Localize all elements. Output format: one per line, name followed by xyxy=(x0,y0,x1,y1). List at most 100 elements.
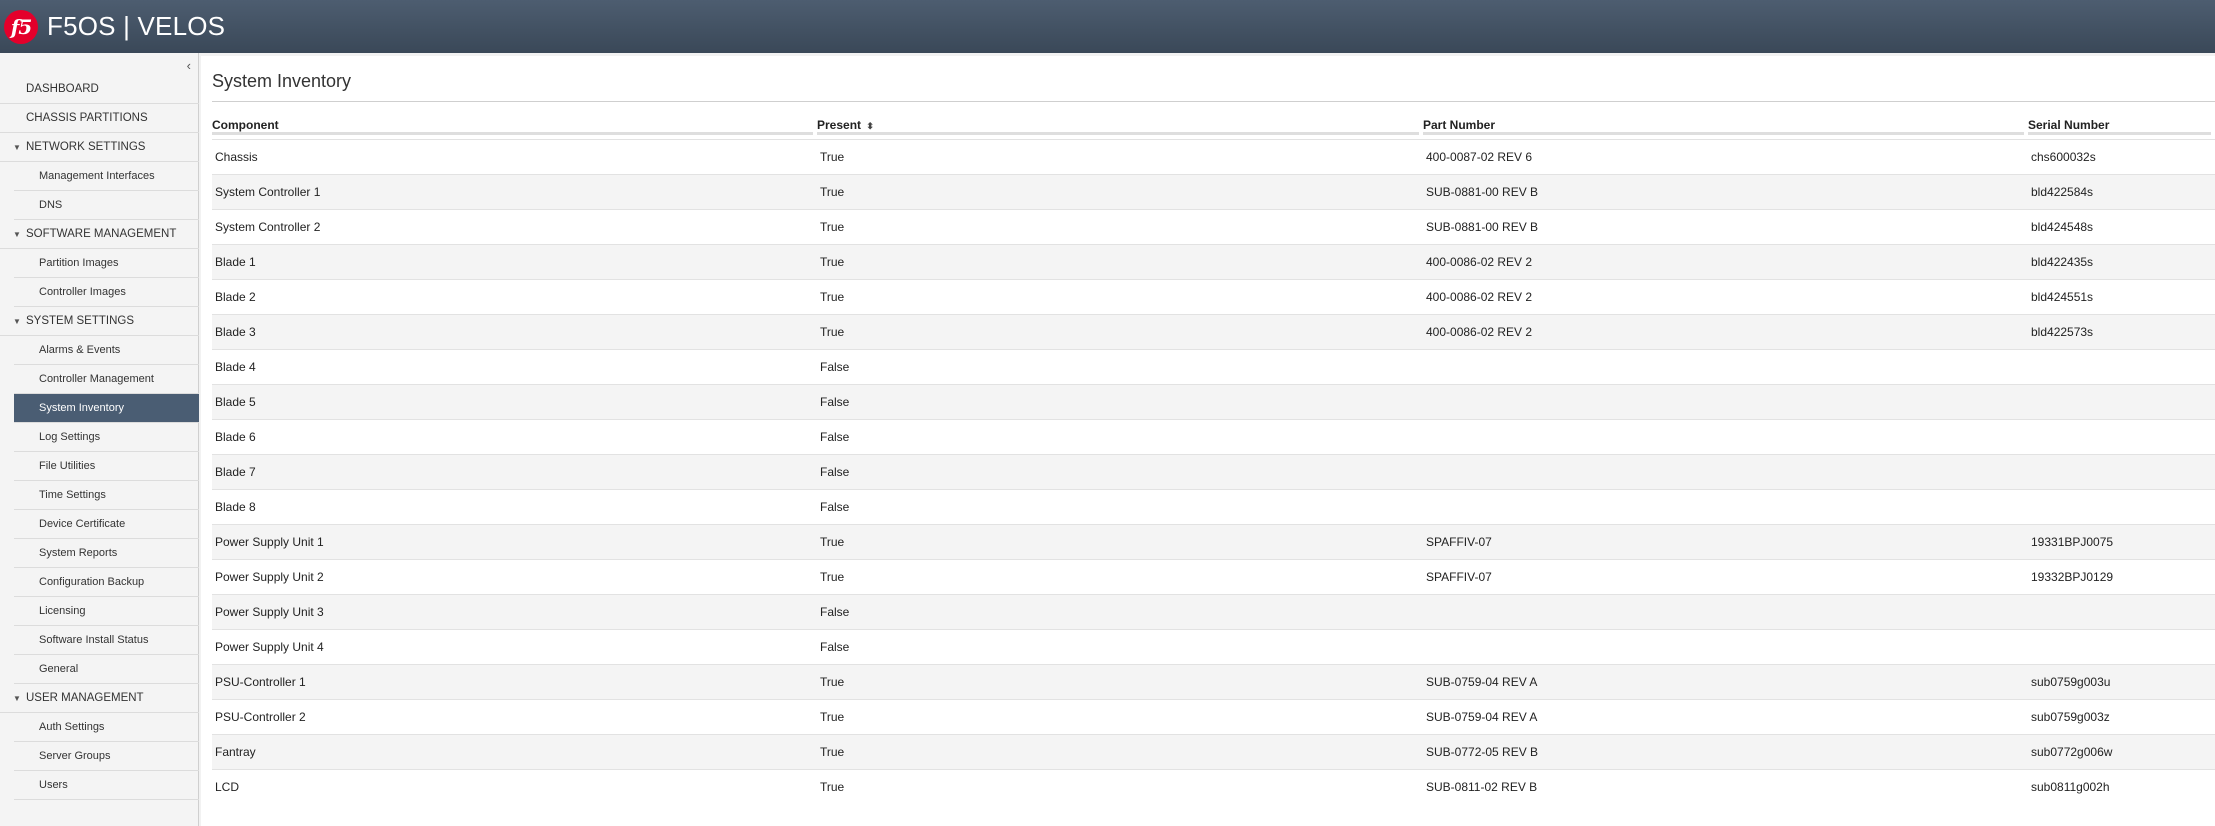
table-row[interactable]: Blade 7 False xyxy=(212,453,2215,489)
cell-serial-number: bld422584s xyxy=(2028,173,2215,209)
cell-component: Power Supply Unit 1 xyxy=(212,523,817,559)
table-row[interactable]: System Controller 1 True SUB-0881-00 REV B… xyxy=(212,173,2215,209)
cell-component: Blade 7 xyxy=(212,453,817,489)
sidebar-item-software-install-status[interactable]: Software Install Status xyxy=(14,626,199,655)
column-header-present[interactable]: Present ⬍ xyxy=(817,116,1423,139)
sidebar-item-system-reports[interactable]: System Reports xyxy=(14,539,199,568)
cell-part-number xyxy=(1423,348,2028,384)
table-row[interactable]: Fantray True SUB-0772-05 REV Bsub0772g006w xyxy=(212,733,2215,769)
sidebar-item-server-groups[interactable]: Server Groups xyxy=(14,742,199,771)
sidebar-item-label: System Inventory xyxy=(39,402,124,414)
sidebar-section-system-settings[interactable]: ▼ SYSTEM SETTINGS xyxy=(0,307,199,336)
sidebar-item-licensing[interactable]: Licensing xyxy=(14,597,199,626)
cell-part-number: SUB-0759-04 REV A xyxy=(1423,698,2028,734)
cell-present: True xyxy=(817,768,1423,804)
cell-component: Blade 1 xyxy=(212,243,817,279)
sidebar-item-label: DNS xyxy=(39,199,63,211)
sort-icon[interactable]: ⬍ xyxy=(866,121,874,131)
cell-serial-number: sub0772g006w xyxy=(2028,733,2215,769)
sidebar-item-log-settings[interactable]: Log Settings xyxy=(14,423,199,452)
cell-present: True xyxy=(817,733,1423,769)
table-row[interactable]: PSU-Controller 1 True SUB-0759-04 REV Asub… xyxy=(212,663,2215,699)
column-header-serial-number[interactable]: Serial Number xyxy=(2028,116,2215,139)
main-content: System Inventory Component Present ⬍ Par… xyxy=(201,56,2215,826)
cell-component: PSU-Controller 1 xyxy=(212,663,817,699)
sidebar-item-auth-settings[interactable]: Auth Settings xyxy=(14,713,199,742)
cell-serial-number: 19332BPJ0129 xyxy=(2028,558,2215,594)
sidebar: ‹ DASHBOARD CHASSIS PARTITIONS ▼ NETWORK SE… xyxy=(0,53,199,826)
sidebar-item-label: SOFTWARE MANAGEMENT xyxy=(26,228,177,240)
column-header-component[interactable]: Component xyxy=(212,116,817,139)
sidebar-item-general[interactable]: General xyxy=(14,655,199,684)
cell-component: Blade 5 xyxy=(212,383,817,419)
cell-present: True xyxy=(817,523,1423,559)
sidebar-item-partition-images[interactable]: Partition Images xyxy=(14,249,199,278)
page-title: System Inventory xyxy=(212,71,352,91)
sidebar-item-file-utilities[interactable]: File Utilities xyxy=(14,452,199,481)
sidebar-item-system-inventory[interactable]: System Inventory xyxy=(14,394,199,423)
sidebar-item-dns[interactable]: DNS xyxy=(14,191,199,220)
cell-component: Power Supply Unit 4 xyxy=(212,628,817,664)
f5-logo[interactable]: f5 xyxy=(4,9,38,44)
table-row[interactable]: Blade 4 False xyxy=(212,348,2215,384)
sidebar-item-controller-images[interactable]: Controller Images xyxy=(14,278,199,307)
column-header-present-label: Present xyxy=(817,118,862,132)
cell-serial-number: sub0759g003z xyxy=(2028,698,2215,734)
cell-serial-number xyxy=(2028,348,2215,384)
sidebar-section-software-management[interactable]: ▼ SOFTWARE MANAGEMENT xyxy=(0,220,199,249)
cell-present: False xyxy=(817,593,1423,629)
cell-part-number: 400-0086-02 REV 2 xyxy=(1423,243,2028,279)
cell-present: True xyxy=(817,278,1423,314)
table-row[interactable]: Blade 3 True 400-0086-02 REV 2 bld422573s xyxy=(212,313,2215,349)
table-row[interactable]: LCD True SUB-0811-02 REV Bsub0811g002h xyxy=(212,768,2215,804)
sidebar-item-label: Controller Management xyxy=(39,373,154,385)
cell-part-number: SUB-0772-05 REV B xyxy=(1423,733,2028,769)
sidebar-section-user-management[interactable]: ▼ USER MANAGEMENT xyxy=(0,684,199,713)
cell-component: System Controller 1 xyxy=(212,173,817,209)
sidebar-item-controller-management[interactable]: Controller Management xyxy=(14,365,199,394)
sidebar-item-configuration-backup[interactable]: Configuration Backup xyxy=(14,568,199,597)
sidebar-section-network-settings[interactable]: ▼ NETWORK SETTINGS xyxy=(0,133,199,162)
collapse-sidebar-icon[interactable]: ‹ xyxy=(187,58,191,73)
table-row[interactable]: PSU-Controller 2 True SUB-0759-04 REV Asub… xyxy=(212,698,2215,734)
sidebar-item-label: DASHBOARD xyxy=(26,83,99,95)
cell-serial-number: bld424551s xyxy=(2028,278,2215,314)
table-row[interactable]: Blade 1 True 400-0086-02 REV 2 bld422435s xyxy=(212,243,2215,279)
sidebar-item-label: Device Certificate xyxy=(39,518,126,530)
cell-component: Blade 8 xyxy=(212,488,817,524)
cell-part-number xyxy=(1423,628,2028,664)
cell-serial-number xyxy=(2028,383,2215,419)
cell-component: Blade 6 xyxy=(212,418,817,454)
sidebar-item-dashboard[interactable]: DASHBOARD xyxy=(0,75,199,104)
caret-down-icon: ▼ xyxy=(13,317,21,326)
table-row[interactable]: Chassis True 400-0087-02 REV 6 chs600032s xyxy=(212,138,2215,174)
sidebar-item-chassis-partitions[interactable]: CHASSIS PARTITIONS xyxy=(0,104,199,133)
cell-serial-number: sub0811g002h xyxy=(2028,768,2215,804)
sidebar-item-time-settings[interactable]: Time Settings xyxy=(14,481,199,510)
table-row[interactable]: Power Supply Unit 3 False xyxy=(212,593,2215,629)
table-row[interactable]: System Controller 2 True SUB-0881-00 REV B… xyxy=(212,208,2215,244)
cell-present: True xyxy=(817,698,1423,734)
sidebar-item-users[interactable]: Users xyxy=(14,771,199,800)
cell-present: True xyxy=(817,138,1423,174)
cell-component: Fantray xyxy=(212,733,817,769)
caret-down-icon: ▼ xyxy=(13,230,21,239)
table-row[interactable]: Power Supply Unit 1 True SPAFFIV-07 19331BP… xyxy=(212,523,2215,559)
cell-part-number: SPAFFIV-07 xyxy=(1423,523,2028,559)
table-row[interactable]: Power Supply Unit 2 True SPAFFIV-07 19332BP… xyxy=(212,558,2215,594)
table-header-row: Component Present ⬍ Part Number Serial N… xyxy=(212,116,2215,139)
table-row[interactable]: Blade 6 False xyxy=(212,418,2215,454)
sidebar-item-label: Management Interfaces xyxy=(39,170,155,182)
cell-part-number xyxy=(1423,383,2028,419)
table-row[interactable]: Blade 5 False xyxy=(212,383,2215,419)
sidebar-item-label: USER MANAGEMENT xyxy=(26,692,144,704)
sidebar-item-alarms-and-events[interactable]: Alarms & Events xyxy=(14,336,199,365)
sidebar-item-device-certificate[interactable]: Device Certificate xyxy=(14,510,199,539)
sidebar-item-management-interfaces[interactable]: Management Interfaces xyxy=(14,162,199,191)
cell-serial-number xyxy=(2028,628,2215,664)
cell-serial-number: 19331BPJ0075 xyxy=(2028,523,2215,559)
column-header-part-number[interactable]: Part Number xyxy=(1423,116,2028,139)
table-row[interactable]: Blade 2 True 400-0086-02 REV 2 bld424551s xyxy=(212,278,2215,314)
table-row[interactable]: Power Supply Unit 4 False xyxy=(212,628,2215,664)
table-row[interactable]: Blade 8 False xyxy=(212,488,2215,524)
